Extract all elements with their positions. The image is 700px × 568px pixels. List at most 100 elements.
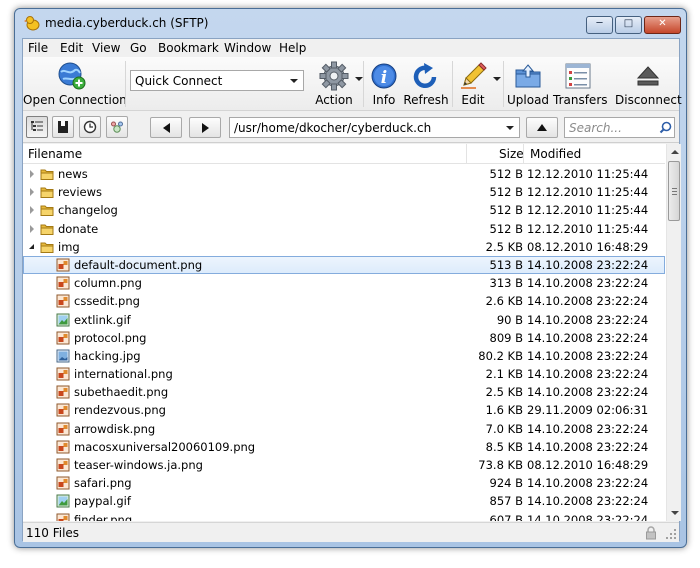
arrow-right-icon <box>202 123 209 133</box>
title-bar[interactable]: media.cyberduck.ch (SFTP) ─ □ ✕ <box>15 9 686 37</box>
file-row[interactable]: finder.png 607 B 14.10.2008 23:22:24 <box>23 511 665 521</box>
file-row[interactable]: changelog 512 B 12.12.2010 11:25:44 <box>23 201 665 219</box>
disconnect-button[interactable]: Disconnect <box>615 57 682 111</box>
file-size: 924 B <box>489 476 524 491</box>
png-file-icon <box>56 403 70 417</box>
file-row[interactable]: international.png 2.1 KB 14.10.2008 23:22:… <box>23 365 665 383</box>
file-row[interactable]: cssedit.png 2.6 KB 14.10.2008 23:22:24 <box>23 292 665 310</box>
column-header-size[interactable]: Size <box>499 147 524 161</box>
menu-go[interactable]: Go <box>130 41 147 55</box>
maximize-icon: □ <box>623 18 634 29</box>
file-modified: 14.10.2008 23:22:24 <box>527 257 649 272</box>
grip-line <box>672 194 677 195</box>
file-row[interactable]: safari.png 924 B 14.10.2008 23:22:24 <box>23 474 665 492</box>
bookmarks-view-button[interactable] <box>52 116 74 138</box>
column-header-row: Filename Size Modified <box>23 144 665 164</box>
upload-label: Upload <box>507 93 550 107</box>
menu-edit[interactable]: Edit <box>60 41 83 55</box>
file-row[interactable]: donate 512 B 12.12.2010 11:25:44 <box>23 220 665 238</box>
forward-button[interactable] <box>189 117 221 138</box>
file-row[interactable]: default-document.png 513 B 14.10.2008 23:2… <box>23 255 665 275</box>
file-name: international.png <box>74 367 173 382</box>
file-row[interactable]: hacking.jpg 80.2 KB 14.10.2008 23:22:24 <box>23 347 665 365</box>
file-modified: 12.12.2010 11:25:44 <box>527 221 649 236</box>
disclosure-collapsed-icon[interactable] <box>30 206 34 215</box>
file-row[interactable]: subethaedit.png 2.5 KB 14.10.2008 23:22:24 <box>23 383 665 401</box>
minimize-button[interactable]: ─ <box>586 16 613 34</box>
folder-icon <box>40 187 54 199</box>
file-name: teaser-windows.ja.png <box>74 458 203 472</box>
maximize-button[interactable]: □ <box>615 16 642 34</box>
scrollbar-thumb[interactable] <box>668 161 680 221</box>
gear-icon <box>319 61 349 91</box>
file-row[interactable]: reviews 512 B 12.12.2010 11:25:44 <box>23 183 665 201</box>
disclosure-collapsed-icon[interactable] <box>30 188 34 197</box>
png-file-icon <box>56 458 70 472</box>
action-button[interactable]: Action <box>308 57 363 111</box>
file-name: safari.png <box>74 476 132 491</box>
column-header-filename[interactable]: Filename <box>28 147 82 161</box>
file-size: 2.6 KB <box>485 294 523 309</box>
open-connection-label: Open Connection <box>23 93 127 107</box>
file-row[interactable]: img 2.5 KB 08.12.2010 16:48:29 <box>23 238 665 256</box>
folder-icon <box>40 242 54 253</box>
menu-window[interactable]: Window <box>224 41 271 55</box>
file-row[interactable]: column.png 313 B 14.10.2008 23:22:24 <box>23 274 665 292</box>
disclosure-collapsed-icon[interactable] <box>30 224 34 233</box>
open-connection-button[interactable]: Open Connection <box>23 57 127 111</box>
bonjour-view-button[interactable] <box>106 116 128 138</box>
scroll-down-icon[interactable] <box>671 511 679 515</box>
file-modified: 14.10.2008 23:22:24 <box>527 476 649 491</box>
search-icon[interactable] <box>659 121 672 134</box>
close-button[interactable]: ✕ <box>644 16 681 34</box>
file-row[interactable]: news 512 B 12.12.2010 11:25:44 <box>23 165 665 183</box>
column-separator[interactable] <box>466 144 467 164</box>
status-bar: 110 Files <box>23 522 679 542</box>
info-icon: i <box>371 63 397 89</box>
bookmark-icon <box>58 121 68 133</box>
file-modified: 14.10.2008 23:22:24 <box>527 276 649 291</box>
edit-button[interactable]: Edit <box>453 57 501 111</box>
refresh-button[interactable]: Refresh <box>403 57 449 111</box>
file-row[interactable]: extlink.gif 90 B 14.10.2008 23:22:24 <box>23 311 665 329</box>
browser-view-button[interactable] <box>26 116 48 138</box>
file-rows: news 512 B 12.12.2010 11:25:44 reviews 512 B… <box>23 165 665 521</box>
parent-directory-button[interactable] <box>526 117 558 138</box>
file-row[interactable]: macosxuniversal20060109.png 8.5 KB 14.10.2… <box>23 438 665 456</box>
disclosure-collapsed-icon[interactable] <box>30 170 34 178</box>
column-header-modified[interactable]: Modified <box>530 147 581 161</box>
history-view-button[interactable] <box>79 116 101 138</box>
file-name: protocol.png <box>74 330 147 345</box>
column-separator[interactable] <box>523 144 524 164</box>
scroll-up-icon[interactable] <box>671 150 679 154</box>
file-row[interactable]: paypal.gif 857 B 14.10.2008 23:22:24 <box>23 492 665 510</box>
path-dropdown[interactable]: /usr/home/dkocher/cyberduck.ch <box>229 117 520 138</box>
resize-grip-icon[interactable] <box>665 528 677 540</box>
quick-connect-dropdown[interactable]: Quick Connect <box>130 70 304 91</box>
file-row[interactable]: teaser-windows.ja.png 73.8 KB 08.12.2010 1… <box>23 456 665 474</box>
arrow-left-icon <box>163 123 170 133</box>
upload-button[interactable]: Upload <box>507 57 549 111</box>
file-size: 2.5 KB <box>485 239 523 254</box>
menu-bar: File Edit View Go Bookmark Window Help <box>23 39 679 57</box>
menu-help[interactable]: Help <box>279 41 306 55</box>
vertical-scrollbar[interactable] <box>666 144 681 521</box>
disclosure-expanded-icon[interactable] <box>29 243 34 249</box>
png-file-icon <box>56 476 70 490</box>
file-name: reviews <box>58 185 103 200</box>
menu-file[interactable]: File <box>28 41 48 55</box>
menu-bookmark[interactable]: Bookmark <box>158 41 219 55</box>
menu-view[interactable]: View <box>92 41 120 55</box>
transfers-button[interactable]: Transfers <box>553 57 608 111</box>
quick-connect-label: Quick Connect <box>135 74 223 88</box>
current-path: /usr/home/dkocher/cyberduck.ch <box>234 121 432 135</box>
file-row[interactable]: protocol.png 809 B 14.10.2008 23:22:24 <box>23 329 665 347</box>
back-button[interactable] <box>150 117 182 138</box>
info-button[interactable]: i Info <box>366 57 402 111</box>
file-row[interactable]: rendezvous.png 1.6 KB 29.11.2009 02:06:31 <box>23 401 665 419</box>
file-modified: 14.10.2008 23:22:24 <box>527 494 649 509</box>
info-label: Info <box>372 93 396 107</box>
file-row[interactable]: arrowdisk.png 7.0 KB 14.10.2008 23:22:24 <box>23 420 665 438</box>
gif-file-icon <box>56 313 70 326</box>
grip-line <box>672 188 677 189</box>
